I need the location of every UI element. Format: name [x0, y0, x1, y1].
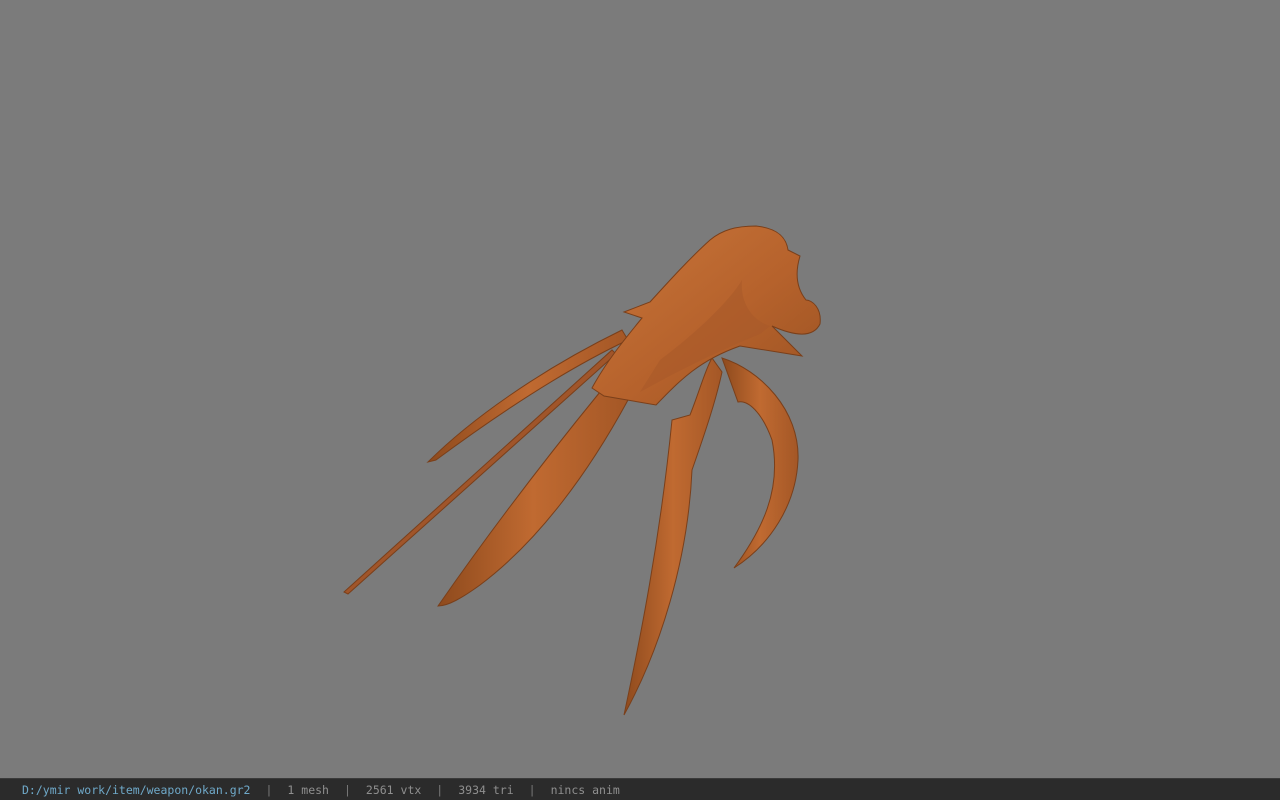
separator: |	[528, 782, 536, 797]
vertex-count: 2561 vtx	[365, 782, 422, 797]
separator: |	[343, 782, 351, 797]
claw-curved-right	[721, 357, 799, 569]
mesh-count: 1 mesh	[287, 782, 329, 797]
file-path: D:/ymir work/item/weapon/okan.gr2	[22, 782, 251, 797]
triangle-count: 3934 tri	[458, 782, 514, 797]
model-render	[343, 225, 821, 716]
separator: |	[436, 782, 444, 797]
status-bar: D:/ymir work/item/weapon/okan.gr2 | 1 me…	[0, 778, 1280, 800]
separator: |	[265, 782, 273, 797]
claw-blade-middle	[623, 357, 723, 716]
animation-status: nincs anim	[550, 782, 620, 797]
3d-viewport[interactable]	[0, 0, 1280, 778]
